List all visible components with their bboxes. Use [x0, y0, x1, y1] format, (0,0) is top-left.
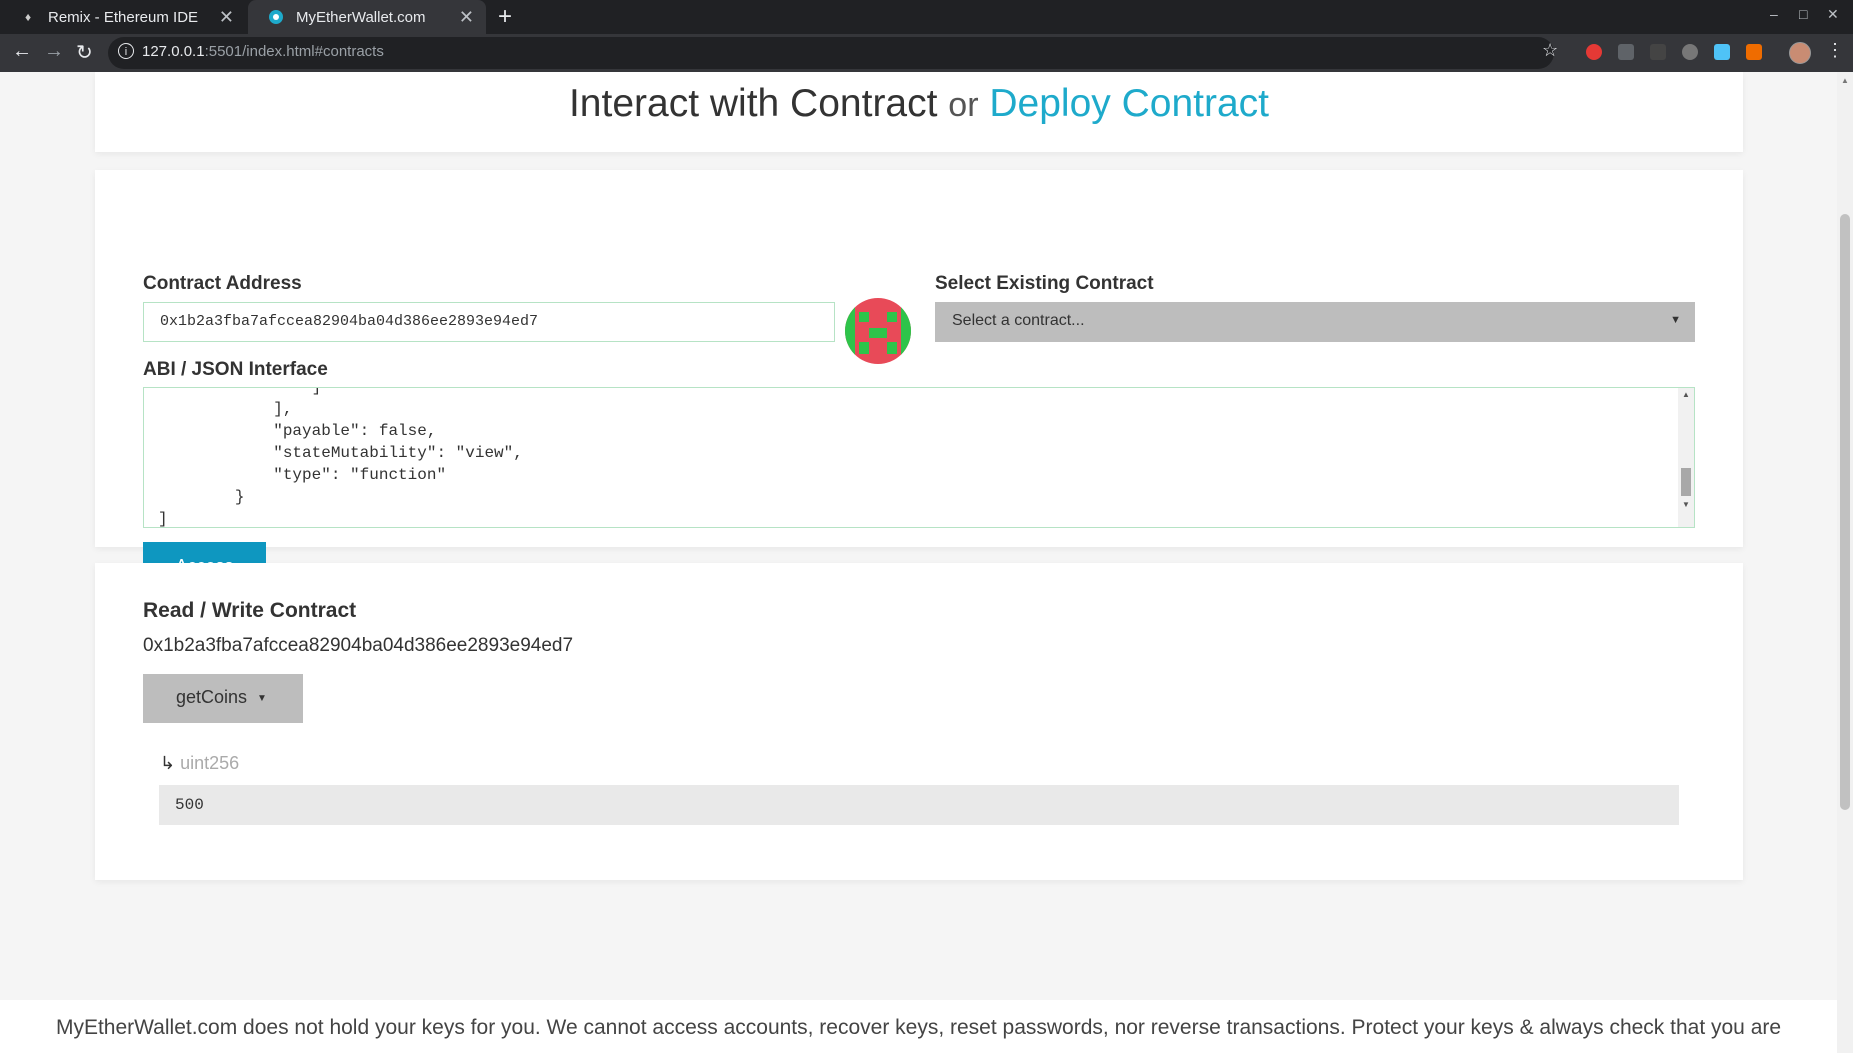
extension-icon[interactable] [1714, 44, 1730, 60]
reload-icon[interactable]: ↻ [76, 40, 93, 65]
maximize-icon[interactable]: □ [1799, 6, 1807, 22]
return-arrow-icon: ↳ [160, 753, 176, 773]
output-value-field: 500 [159, 785, 1679, 825]
output-label: ↳ uint256 [160, 753, 239, 774]
forward-arrow-icon[interactable]: → [44, 40, 64, 63]
extension-icon[interactable] [1618, 44, 1634, 60]
deploy-contract-link[interactable]: Deploy Contract [989, 82, 1269, 125]
read-write-title: Read / Write Contract [143, 599, 357, 622]
new-tab-icon[interactable]: + [498, 3, 512, 31]
tab-myetherwallet[interactable]: MyEtherWallet.com ✕ [248, 0, 486, 34]
remix-favicon-icon: ♦ [24, 10, 32, 24]
close-window-icon[interactable]: ✕ [1827, 6, 1839, 23]
mew-favicon-icon [268, 9, 284, 25]
function-name: getCoins [176, 687, 248, 707]
abi-textarea[interactable]: ] ], "payable": false, "stateMutability"… [143, 387, 1695, 528]
scroll-down-icon[interactable]: ▼ [1682, 500, 1690, 509]
page-title: Interact with Contract or Deploy Contrac… [95, 82, 1743, 126]
back-arrow-icon[interactable]: ← [12, 40, 32, 63]
browser-toolbar: ← → ↻ i 127.0.0.1:5501/index.html#contra… [0, 34, 1853, 72]
page-scrollbar[interactable]: ▲ [1837, 72, 1853, 1053]
kebab-menu-icon[interactable]: ⋮ [1826, 40, 1844, 61]
close-tab-icon[interactable]: ✕ [219, 7, 234, 28]
scroll-up-icon[interactable]: ▲ [1841, 76, 1849, 85]
select-contract-value: Select a contract... [952, 312, 1085, 329]
header-card: Interact with Contract or Deploy Contrac… [95, 72, 1743, 152]
abi-text: ] ], "payable": false, "stateMutability"… [158, 387, 523, 528]
scroll-up-icon[interactable]: ▲ [1682, 390, 1690, 399]
url-path: :5501/index.html#contracts [204, 43, 384, 60]
address-identicon [845, 298, 911, 364]
select-contract-dropdown[interactable]: Select a contract... ▼ [935, 302, 1695, 342]
extension-icon[interactable] [1586, 44, 1602, 60]
browser-tab-strip: ♦ Remix - Ethereum IDE ✕ MyEtherWallet.c… [0, 0, 1853, 34]
caret-down-icon: ▼ [1670, 314, 1681, 326]
contract-address-input[interactable]: 0x1b2a3fba7afccea82904ba04d386ee2893e94e… [143, 302, 835, 342]
caret-down-icon: ▼ [257, 693, 267, 704]
output-type: uint256 [180, 753, 240, 773]
site-info-icon[interactable]: i [118, 43, 134, 59]
url-host: 127.0.0.1 [142, 43, 205, 60]
url-text: 127.0.0.1:5501/index.html#contracts [142, 43, 384, 60]
heading-or: or [948, 86, 979, 124]
function-select-button[interactable]: getCoins ▼ [143, 674, 303, 723]
tab-title: MyEtherWallet.com [296, 8, 426, 26]
extension-icon[interactable] [1650, 44, 1666, 60]
close-tab-icon[interactable]: ✕ [459, 7, 474, 28]
contract-form-card: Contract Address 0x1b2a3fba7afccea82904b… [95, 170, 1743, 591]
minimize-icon[interactable]: – [1770, 6, 1778, 22]
profile-avatar[interactable] [1789, 42, 1811, 64]
star-icon[interactable]: ☆ [1542, 40, 1558, 61]
address-bar[interactable]: i 127.0.0.1:5501/index.html#contracts [108, 37, 1554, 69]
interact-heading: Interact with Contract [568, 82, 938, 125]
extension-icon[interactable] [1682, 44, 1698, 60]
abi-scrollbar[interactable]: ▲ ▼ [1678, 388, 1694, 527]
footer-disclaimer: MyEtherWallet.com does not hold your key… [55, 1016, 1782, 1039]
page-scroll-thumb[interactable] [1840, 214, 1850, 810]
tab-title: Remix - Ethereum IDE [48, 8, 199, 26]
read-write-address: 0x1b2a3fba7afccea82904ba04d386ee2893e94e… [143, 635, 574, 656]
select-contract-label: Select Existing Contract [935, 273, 1154, 294]
contract-address-label: Contract Address [143, 273, 302, 294]
tab-remix[interactable]: ♦ Remix - Ethereum IDE ✕ [0, 0, 246, 34]
page-viewport: Interact with Contract or Deploy Contrac… [0, 72, 1837, 1053]
extension-icon[interactable] [1746, 44, 1762, 60]
read-write-card: Read / Write Contract 0x1b2a3fba7afccea8… [95, 563, 1743, 880]
abi-scroll-thumb[interactable] [1681, 468, 1691, 496]
abi-label: ABI / JSON Interface [143, 359, 328, 380]
footer: MyEtherWallet.com does not hold your key… [0, 1000, 1837, 1053]
